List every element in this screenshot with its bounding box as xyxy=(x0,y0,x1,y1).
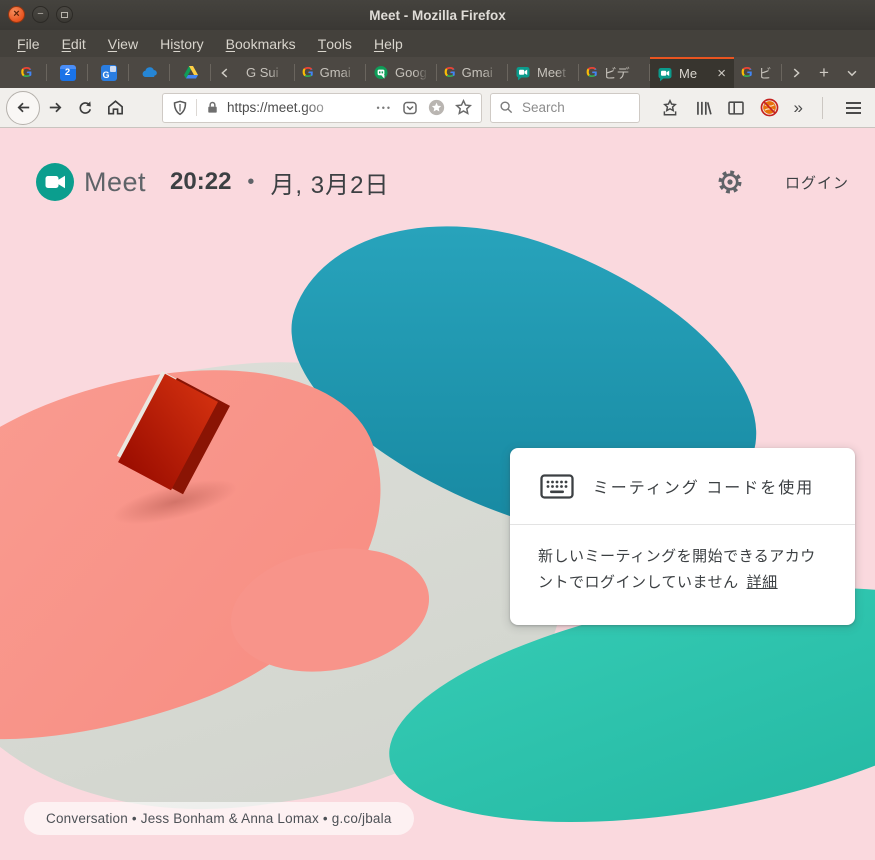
back-button[interactable] xyxy=(6,91,40,125)
lock-icon xyxy=(205,100,220,115)
meet-wordmark: Meet xyxy=(84,167,146,198)
reload-button[interactable] xyxy=(70,93,100,123)
forward-icon xyxy=(46,98,65,117)
tab-scroll-left-button[interactable] xyxy=(211,57,239,88)
meet-page: Meet 20:22 • 月, 3月2日 ログイン xyxy=(0,128,875,860)
window-controls: × − xyxy=(8,6,73,23)
chevron-down-icon xyxy=(845,66,859,80)
back-icon xyxy=(14,98,33,117)
tab-gmail-2[interactable]: G Gmai xyxy=(437,57,508,88)
toolbar-right-icons: » xyxy=(661,97,865,119)
meet-icon xyxy=(515,65,531,81)
tab-hangouts[interactable]: Goog xyxy=(366,57,437,88)
card-title: ミーティング コードを使用 xyxy=(574,474,833,498)
dot-separator: • xyxy=(247,171,254,194)
google-icon: G xyxy=(302,65,314,80)
meet-header: Meet 20:22 • 月, 3月2日 ログイン xyxy=(36,158,849,206)
login-button[interactable]: ログイン xyxy=(785,172,849,193)
menu-file[interactable]: File xyxy=(6,30,51,57)
menu-edit[interactable]: Edit xyxy=(51,30,97,57)
hangouts-icon xyxy=(373,65,389,81)
search-icon xyxy=(499,100,514,115)
google-calendar-icon: 2 xyxy=(60,65,76,81)
pinned-tab-calendar[interactable]: 2 xyxy=(47,57,88,88)
google-icon: G xyxy=(444,65,456,80)
window-titlebar: × − Meet - Mozilla Firefox xyxy=(0,0,875,30)
window-close-button[interactable]: × xyxy=(8,6,25,23)
library-icon[interactable] xyxy=(694,99,712,117)
pinned-tab-onedrive[interactable] xyxy=(129,57,170,88)
divider xyxy=(822,97,823,119)
chevron-right-icon xyxy=(789,66,803,80)
menu-bar: File Edit View History Bookmarks Tools H… xyxy=(0,30,875,57)
bookmark-star-icon[interactable] xyxy=(455,99,472,116)
tab-close-button[interactable]: × xyxy=(716,66,727,81)
search-bar[interactable] xyxy=(490,93,640,123)
tracking-shield-icon xyxy=(172,100,188,116)
tab-gmail-1[interactable]: G Gmai xyxy=(295,57,366,88)
all-tabs-button[interactable] xyxy=(838,57,866,88)
pinned-tab-google[interactable]: G xyxy=(6,57,47,88)
tab-meet-1[interactable]: Meet xyxy=(508,57,579,88)
window-minimize-button[interactable]: − xyxy=(32,6,49,23)
new-tab-button[interactable]: + xyxy=(810,57,838,88)
hamburger-menu-icon[interactable] xyxy=(842,98,865,118)
url-text: https://meet.goo xyxy=(227,100,353,115)
tab-meet-active[interactable]: Me × xyxy=(650,57,734,88)
gear-icon xyxy=(717,169,743,195)
artwork-caption-pill: Conversation • Jess Bonham & Anna Lomax … xyxy=(24,802,414,835)
chevron-left-icon xyxy=(218,66,232,80)
google-icon: G xyxy=(741,65,753,80)
pocket-icon[interactable] xyxy=(402,100,418,116)
window-title: Meet - Mozilla Firefox xyxy=(369,0,506,30)
pinned-tab-drive[interactable] xyxy=(170,57,211,88)
google-icon: G xyxy=(21,65,33,80)
google-icon: G xyxy=(586,65,598,80)
menu-bookmarks[interactable]: Bookmarks xyxy=(215,30,307,57)
use-meeting-code-button[interactable]: ミーティング コードを使用 xyxy=(510,448,855,525)
tab-strip: G 2 G G Sui G Gmai xyxy=(0,57,875,88)
window-maximize-button[interactable] xyxy=(56,6,73,23)
overflow-menu-icon[interactable]: » xyxy=(794,99,803,116)
google-translate-icon: G xyxy=(101,65,117,81)
date: 月, 3月2日 xyxy=(270,165,389,200)
menu-help[interactable]: Help xyxy=(363,30,414,57)
firefox-window: × − Meet - Mozilla Firefox File Edit Vie… xyxy=(0,0,875,860)
forward-button[interactable] xyxy=(40,93,70,123)
google-drive-icon xyxy=(183,65,199,80)
home-button[interactable] xyxy=(100,93,130,123)
tab-video-1[interactable]: G ビデ xyxy=(579,57,650,88)
maximize-icon xyxy=(61,12,68,18)
card-body-text: 新しいミーティングを開始できるアカウントでログインしていません詳細 xyxy=(510,525,855,596)
tab-gsuite[interactable]: G Sui xyxy=(239,57,295,88)
details-link[interactable]: 詳細 xyxy=(747,574,778,591)
search-input[interactable] xyxy=(520,99,620,116)
home-icon xyxy=(106,98,125,117)
tab-scroll-right-button[interactable] xyxy=(782,57,810,88)
menu-tools[interactable]: Tools xyxy=(307,30,363,57)
menu-history[interactable]: History xyxy=(149,30,215,57)
meet-icon xyxy=(657,66,673,82)
blocked-extension-icon[interactable] xyxy=(760,98,779,117)
menu-view[interactable]: View xyxy=(97,30,149,57)
save-bookmark-tray-icon[interactable] xyxy=(661,99,679,117)
navigation-toolbar: https://meet.goo ••• » xyxy=(0,88,875,128)
divider xyxy=(196,99,197,116)
settings-button[interactable] xyxy=(717,169,743,195)
keyboard-icon xyxy=(540,474,574,499)
reload-icon xyxy=(76,99,94,117)
caption-text: Conversation • Jess Bonham & Anna Lomax … xyxy=(46,811,392,826)
url-bar[interactable]: https://meet.goo ••• xyxy=(162,93,482,123)
tab-video-2[interactable]: G ビ xyxy=(734,57,782,88)
sidebar-icon[interactable] xyxy=(727,99,745,117)
page-actions-dots-icon[interactable]: ••• xyxy=(377,103,392,113)
page-action-star-circle-icon[interactable] xyxy=(428,99,445,116)
onedrive-icon xyxy=(141,64,158,81)
pinned-tab-translate[interactable]: G xyxy=(88,57,129,88)
clock: 20:22 xyxy=(170,168,231,196)
meet-logo-icon xyxy=(36,163,74,201)
meeting-code-card: ミーティング コードを使用 新しいミーティングを開始できるアカウントでログインし… xyxy=(510,448,855,625)
